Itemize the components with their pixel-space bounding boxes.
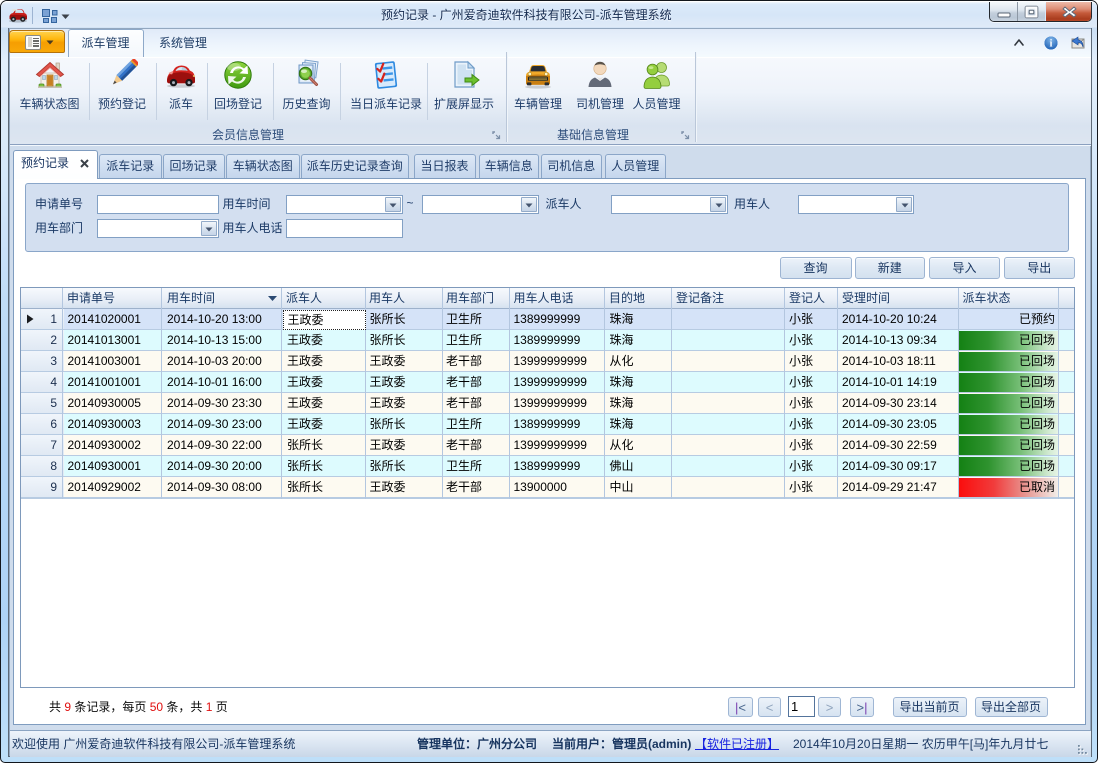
svg-text:i: i — [1050, 39, 1053, 50]
